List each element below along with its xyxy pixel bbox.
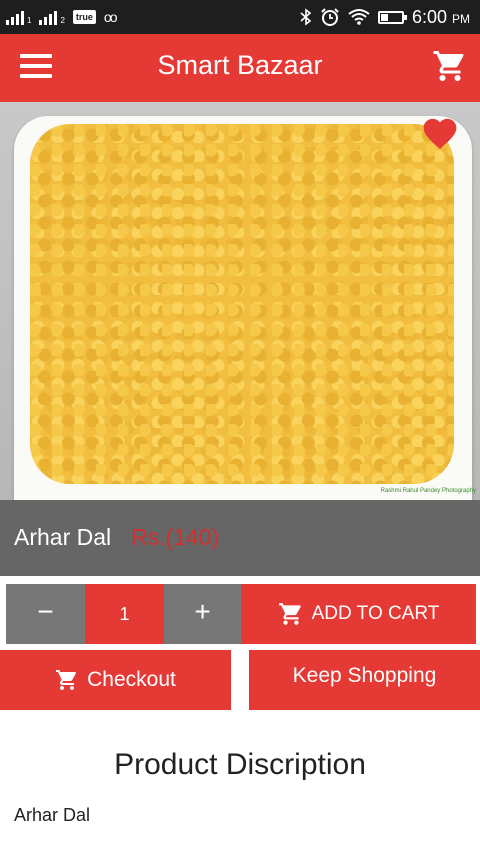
voicemail-icon: oo bbox=[103, 9, 118, 25]
app-title: Smart Bazaar bbox=[157, 50, 323, 80]
alarm-icon bbox=[321, 8, 339, 26]
battery-icon bbox=[377, 10, 407, 24]
cart-icon bbox=[278, 603, 301, 625]
quantity-value: 1 bbox=[85, 584, 164, 644]
bluetooth-icon bbox=[300, 8, 312, 26]
shopping-cart-icon[interactable] bbox=[432, 48, 468, 84]
carrier-badge: true bbox=[72, 10, 96, 24]
signal-icon-sim1: 1 bbox=[6, 9, 31, 25]
keep-shopping-button[interactable]: Keep Shopping bbox=[249, 650, 480, 710]
product-title-band: Arhar Dal Rs.(140) bbox=[0, 500, 480, 576]
checkout-button[interactable]: Checkout bbox=[0, 650, 231, 710]
status-bar: 1 2 true oo 6:00 PM bbox=[0, 0, 480, 34]
status-left: 1 2 true oo bbox=[6, 7, 118, 27]
description-text: Arhar Dal bbox=[14, 805, 91, 825]
checkout-label: Checkout bbox=[87, 668, 176, 691]
product-photo-dal bbox=[30, 124, 454, 484]
image-watermark: Rashmi Rahul Pandey Photography bbox=[380, 488, 476, 494]
app-bar: Smart Bazaar bbox=[0, 34, 480, 102]
product-name: Arhar Dal bbox=[14, 524, 112, 550]
quantity-row: − 1 + ADD TO CART bbox=[0, 576, 480, 646]
status-time: 6:00 PM bbox=[411, 6, 470, 27]
signal-icon-sim2: 2 bbox=[39, 9, 65, 25]
quantity-increase-button[interactable]: + bbox=[164, 584, 241, 644]
description-heading: Product Discription bbox=[114, 748, 366, 781]
status-right: 6:00 PM bbox=[300, 6, 470, 28]
quantity-decrease-button[interactable]: − bbox=[6, 584, 85, 644]
keep-shopping-label: Keep Shopping bbox=[292, 664, 437, 687]
heart-icon[interactable] bbox=[420, 114, 460, 150]
add-to-cart-button[interactable]: ADD TO CART bbox=[241, 584, 476, 644]
product-price: Rs.(140) bbox=[131, 524, 220, 550]
wifi-icon bbox=[348, 9, 370, 25]
product-image: Rashmi Rahul Pandey Photography bbox=[0, 102, 480, 500]
add-to-cart-label: ADD TO CART bbox=[311, 603, 440, 624]
cart-icon bbox=[56, 670, 77, 690]
